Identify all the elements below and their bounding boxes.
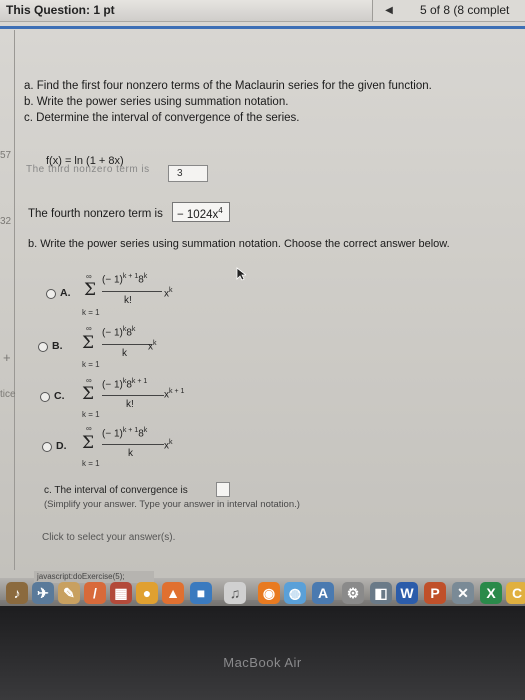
app-icon[interactable]: / <box>84 582 106 604</box>
word-icon[interactable]: W <box>396 582 418 604</box>
numerator: (− 1)k + 18k <box>102 427 148 440</box>
fraction-bar <box>102 444 164 445</box>
fraction-bar <box>102 395 164 396</box>
option-a-letter: A. <box>60 287 71 299</box>
power-term: xk <box>148 340 157 353</box>
denominator: k <box>122 348 127 359</box>
lower-limit: k = 1 <box>82 410 100 419</box>
option-d-letter: D. <box>56 440 67 452</box>
app-icon[interactable]: ✕ <box>452 582 474 604</box>
select-answers-link[interactable]: Click to select your answer(s). <box>42 532 175 543</box>
laptop-brand: MacBook Air <box>223 655 302 670</box>
previous-question-icon[interactable]: ◀ <box>374 3 404 18</box>
option-c-radio[interactable] <box>40 392 50 402</box>
question-counter[interactable]: 5 of 8 (8 complet <box>420 3 509 17</box>
denominator: k! <box>124 295 132 306</box>
part-b-prompt: b. Write the power series using summatio… <box>28 238 450 250</box>
settings-icon[interactable]: ⚙ <box>342 582 364 604</box>
numerator: (− 1)k8k + 1 <box>102 378 148 391</box>
app-icon[interactable]: C <box>506 582 525 604</box>
music-icon[interactable]: ♫ <box>224 582 246 604</box>
option-b-radio[interactable] <box>38 342 48 352</box>
mouse-pointer-icon <box>236 267 246 281</box>
partial-answer-label: The third nonzero term is <box>26 164 150 175</box>
lower-limit: k = 1 <box>82 360 100 369</box>
app-icon[interactable]: ♪ <box>6 582 28 604</box>
app-icon[interactable]: ✎ <box>58 582 80 604</box>
app-icon[interactable]: ◍ <box>284 582 306 604</box>
side-fragment: + <box>3 350 11 365</box>
instruction-b: b. Write the power series using summatio… <box>24 96 289 108</box>
app-icon[interactable]: ◧ <box>370 582 392 604</box>
header-divider <box>0 26 525 29</box>
calendar-icon[interactable]: ▦ <box>110 582 132 604</box>
photos-icon[interactable]: ✈ <box>32 582 54 604</box>
option-a-radio[interactable] <box>46 289 56 299</box>
side-fragment: 32 <box>0 216 12 227</box>
power-term: xk <box>164 439 173 452</box>
app-store-icon[interactable]: A <box>312 582 334 604</box>
excel-icon[interactable]: X <box>480 582 502 604</box>
denominator: k <box>128 448 133 459</box>
power-term: xk + 1 <box>164 388 185 401</box>
power-term: xk <box>164 287 173 300</box>
sigma-symbol: Σ <box>84 280 97 300</box>
question-header: This Question: 1 pt ◀ 5 of 8 (8 complet <box>0 0 525 22</box>
partial-answer-box[interactable]: 3 <box>168 165 208 182</box>
powerpoint-icon[interactable]: P <box>424 582 446 604</box>
numerator: (− 1)k + 18k <box>102 273 148 286</box>
lower-limit: k = 1 <box>82 308 100 317</box>
lower-limit: k = 1 <box>82 459 100 468</box>
left-panel-edge <box>14 30 15 570</box>
instruction-a: a. Find the first four nonzero terms of … <box>24 80 432 92</box>
numerator: (− 1)k8k <box>102 326 136 339</box>
fraction-bar <box>102 291 162 292</box>
instruction-c: c. Determine the interval of convergence… <box>24 112 300 124</box>
browser-screen: This Question: 1 pt ◀ 5 of 8 (8 complet … <box>0 0 525 600</box>
part-c-prompt: c. The interval of convergence is <box>44 485 188 496</box>
fourth-term-answer[interactable]: − 1024x4 <box>172 202 230 222</box>
interval-answer-input[interactable] <box>216 482 230 497</box>
app-icon[interactable]: ▲ <box>162 582 184 604</box>
side-fragment: 57 <box>0 150 12 161</box>
app-icon[interactable]: ● <box>136 582 158 604</box>
app-icon[interactable]: ◉ <box>258 582 280 604</box>
fourth-term-label: The fourth nonzero term is <box>28 208 163 220</box>
side-fragment[interactable]: tice <box>0 389 16 400</box>
part-c-hint: (Simplify your answer. Type your answer … <box>44 499 300 510</box>
option-d-radio[interactable] <box>42 442 52 452</box>
fraction-bar <box>102 344 152 345</box>
question-points: This Question: 1 pt <box>6 3 115 17</box>
sigma-symbol: Σ <box>82 333 95 353</box>
laptop-bezel <box>0 606 525 700</box>
upper-limit: ∞ <box>86 424 92 433</box>
sigma-symbol: Σ <box>82 384 95 404</box>
app-icon[interactable]: ■ <box>190 582 212 604</box>
option-c-letter: C. <box>54 390 65 402</box>
denominator: k! <box>126 399 134 410</box>
sigma-symbol: Σ <box>82 433 95 453</box>
upper-limit: ∞ <box>86 324 92 333</box>
option-b-letter: B. <box>52 340 63 352</box>
